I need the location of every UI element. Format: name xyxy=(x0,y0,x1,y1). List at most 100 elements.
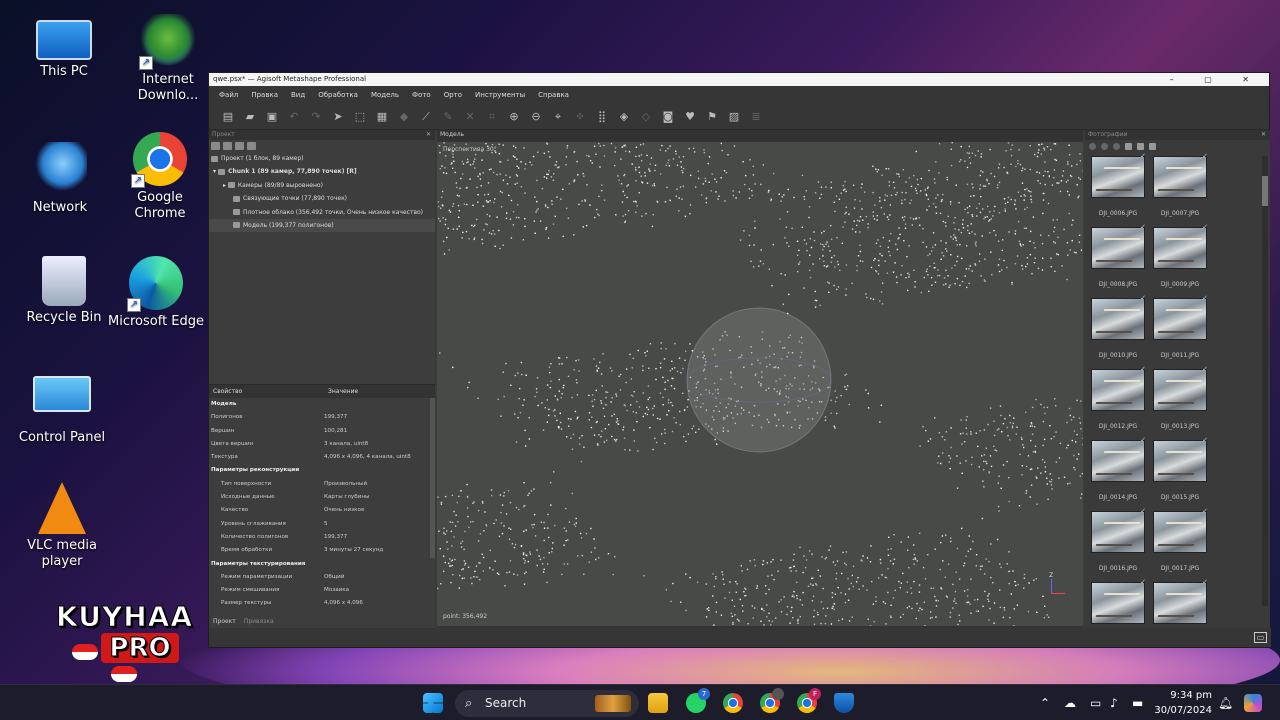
taskbar-search[interactable]: ⌕ Search xyxy=(455,690,639,717)
tiled-model-icon[interactable]: ◇ xyxy=(639,110,653,124)
desktop-icon-this-pc[interactable]: This PC xyxy=(16,16,112,80)
properties-scrollbar[interactable] xyxy=(430,398,435,558)
file-explorer-icon[interactable] xyxy=(648,693,668,713)
photo-thumbnail[interactable]: ✓ DJI_0008.JPG xyxy=(1091,223,1146,288)
photo-thumbnail[interactable]: ✓ DJI_0011.JPG xyxy=(1153,294,1208,359)
markers-icon[interactable]: ⚑ xyxy=(705,110,719,124)
zoom-in-icon[interactable]: ⊕ xyxy=(507,110,521,124)
add-marker-icon[interactable] xyxy=(235,142,244,150)
menu-tools[interactable]: Инструменты xyxy=(475,91,525,99)
menu-file[interactable]: Файл xyxy=(219,91,238,99)
property-row[interactable]: Качество Очень низкое xyxy=(209,504,435,517)
shape-tool-icon[interactable]: ◆ xyxy=(397,110,411,124)
tree-tie-points[interactable]: Связующие точки (77,890 точек) xyxy=(209,192,435,205)
3d-viewport[interactable]: Перспектива 30° point: 356,492 Z xyxy=(437,142,1083,626)
remove-photos-icon[interactable] xyxy=(1101,142,1108,150)
menu-ortho[interactable]: Орто xyxy=(444,91,462,99)
photo-thumbnail[interactable]: ✓ DJI_0017.JPG xyxy=(1153,507,1208,572)
property-row[interactable]: Режим параметризации Общий xyxy=(209,571,435,584)
reset-filter-icon[interactable] xyxy=(1125,142,1132,150)
model-shaded-icon[interactable]: ◈ xyxy=(617,110,631,124)
delete-icon[interactable]: ✕ xyxy=(463,110,477,124)
volume-icon[interactable]: ♪ xyxy=(1110,685,1118,720)
desktop-icon-google-chrome[interactable]: ↗ Google Chrome xyxy=(112,132,208,222)
desktop-icon-network[interactable]: Network xyxy=(12,142,108,216)
defender-icon[interactable] xyxy=(834,693,854,713)
eraser-icon[interactable]: ✎ xyxy=(441,110,455,124)
add-photos-icon[interactable] xyxy=(1089,142,1096,150)
onedrive-icon[interactable]: ☁ xyxy=(1064,685,1076,720)
open-folder-icon[interactable]: ▰ xyxy=(243,110,257,124)
menu-view[interactable]: Вид xyxy=(291,91,305,99)
layers-icon[interactable]: ≣ xyxy=(749,110,763,124)
console-icon[interactable]: ▭ xyxy=(1254,632,1267,643)
property-row[interactable]: Цвета вершин 3 канала, uint8 xyxy=(209,438,435,451)
maximize-button[interactable]: ▢ xyxy=(1204,75,1226,84)
menu-model[interactable]: Модель xyxy=(371,91,399,99)
model-tab[interactable]: Модель xyxy=(437,130,1083,140)
ruler-icon[interactable]: ⟋ xyxy=(419,110,433,124)
tree-project-root[interactable]: Проект (1 блок, 89 камер) xyxy=(209,152,435,165)
property-row[interactable]: Режим смешивания Мозаика xyxy=(209,584,435,597)
property-row[interactable]: Тип поверхности Произвольный xyxy=(209,478,435,491)
save-icon[interactable]: ▣ xyxy=(265,110,279,124)
chrome-taskbar-icon[interactable] xyxy=(723,693,743,713)
photo-thumbnail[interactable]: ✓ DJI_0014.JPG xyxy=(1091,436,1146,501)
menu-photo[interactable]: Фото xyxy=(412,91,431,99)
minimize-button[interactable]: – xyxy=(1170,75,1188,84)
shapes-visibility-icon[interactable]: ♥ xyxy=(683,110,697,124)
property-row[interactable]: Текстура 4,096 x 4,096, 4 канала, uint8 xyxy=(209,451,435,464)
copilot-icon[interactable] xyxy=(1244,694,1262,712)
mask-icon[interactable] xyxy=(1137,142,1144,150)
crop-icon[interactable]: ⌗ xyxy=(485,110,499,124)
photos-scrollbar[interactable] xyxy=(1262,156,1268,606)
property-row[interactable]: Размер текстуры 4,096 x 4,096 xyxy=(209,597,435,610)
tree-model[interactable]: Модель (199,377 полигонов) xyxy=(209,218,435,233)
pointer-icon[interactable]: ➤ xyxy=(331,110,345,124)
property-row[interactable]: Вершин 100,281 xyxy=(209,425,435,438)
selection-tool-icon[interactable]: ▦ xyxy=(375,110,389,124)
add-chunk-icon[interactable] xyxy=(211,142,220,150)
notification-bell-icon[interactable]: 🔔︎ xyxy=(1218,685,1233,720)
property-row[interactable]: Время обработки 3 минуты 27 секунд xyxy=(209,544,435,557)
undo-icon[interactable]: ↶ xyxy=(287,110,301,124)
property-row[interactable]: Уровень сглаживания 5 xyxy=(209,518,435,531)
whatsapp-icon[interactable]: 7 xyxy=(686,688,710,713)
monitor-icon[interactable]: ▭ xyxy=(1090,685,1101,720)
property-group[interactable]: Модель xyxy=(209,398,435,411)
battery-icon[interactable]: ▬ xyxy=(1132,685,1143,720)
tab-reference[interactable]: Привязка xyxy=(240,616,278,628)
redo-icon[interactable]: ↷ xyxy=(309,110,323,124)
system-clock[interactable]: 9:34 pm 30/07/2024 xyxy=(1152,688,1212,718)
desktop-icon-microsoft-edge[interactable]: ↗ Microsoft Edge xyxy=(108,256,204,330)
add-photos-icon[interactable] xyxy=(223,142,232,150)
dense-cloud-icon[interactable]: ⣿ xyxy=(595,110,609,124)
chrome-profile2-icon[interactable]: F xyxy=(797,688,821,713)
tree-dense-cloud[interactable]: Плотное облако (356,492 точки, Очень низ… xyxy=(209,206,435,219)
photo-thumbnail[interactable]: ✓ xyxy=(1153,578,1208,624)
property-row[interactable]: Исходные данные Карты глубины xyxy=(209,491,435,504)
photo-thumbnail[interactable]: ✓ DJI_0009.JPG xyxy=(1153,223,1208,288)
start-icon[interactable] xyxy=(423,693,443,713)
menu-workflow[interactable]: Обработка xyxy=(318,91,358,99)
scrollbar-thumb[interactable] xyxy=(1262,176,1268,206)
rotate-icon[interactable] xyxy=(1113,142,1120,150)
menu-help[interactable]: Справка xyxy=(538,91,569,99)
tree-cameras[interactable]: ▸ Камеры (89/89 выровнено) xyxy=(209,179,435,192)
property-group[interactable]: Параметры реконструкции xyxy=(209,464,435,477)
photo-thumbnail[interactable]: ✓ DJI_0015.JPG xyxy=(1153,436,1208,501)
menu-edit[interactable]: Правка xyxy=(251,91,278,99)
photo-thumbnail[interactable]: ✓ xyxy=(1091,578,1146,624)
close-button[interactable]: ✕ xyxy=(1242,75,1263,84)
close-pane-icon[interactable]: ✕ xyxy=(426,130,431,140)
property-row[interactable]: Полигонов 199,377 xyxy=(209,411,435,424)
property-group[interactable]: Параметры текстурирования xyxy=(209,558,435,571)
window-titlebar[interactable]: qwe.psx* — Agisoft Metashape Professiona… xyxy=(209,73,1269,86)
desktop-icon-recycle-bin[interactable]: Recycle Bin xyxy=(16,256,112,326)
desktop-icon-internet-download-manager[interactable]: ↗ Internet Downlo... xyxy=(120,14,216,104)
photo-thumbnail[interactable]: ✓ DJI_0007.JPG xyxy=(1153,152,1208,217)
zoom-out-icon[interactable]: ⊖ xyxy=(529,110,543,124)
photo-thumbnail[interactable]: ✓ DJI_0006.JPG xyxy=(1091,152,1146,217)
photo-thumbnail[interactable]: ✓ DJI_0012.JPG xyxy=(1091,365,1146,430)
chevron-up-icon[interactable]: ⌃ xyxy=(1040,685,1050,720)
